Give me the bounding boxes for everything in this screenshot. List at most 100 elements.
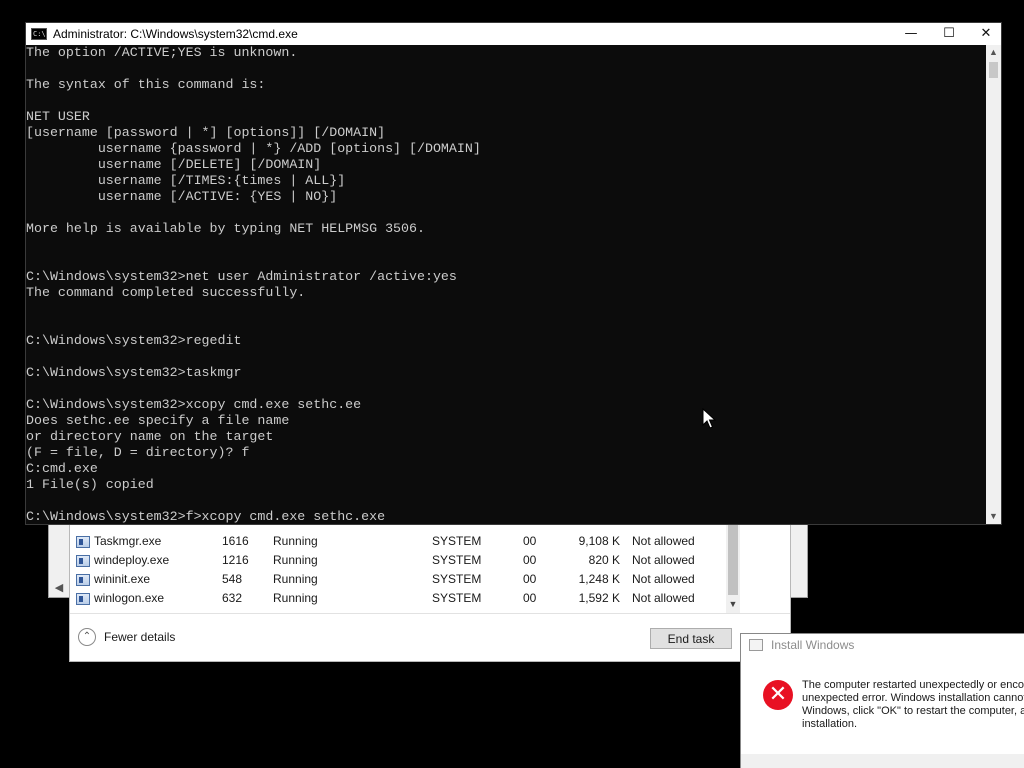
process-user: SYSTEM <box>432 591 482 605</box>
console-line: C:\Windows\system32>xcopy cmd.exe sethc.… <box>26 397 362 412</box>
scrollbar-thumb[interactable] <box>989 62 998 78</box>
process-uac: Not allowed <box>632 591 695 605</box>
fewer-details-label: Fewer details <box>104 630 176 644</box>
dialog-button-bar <box>741 754 1024 768</box>
process-cpu: 00 <box>523 534 537 548</box>
process-memory: 1,592 K <box>578 591 620 605</box>
process-list-scrollbar[interactable]: ▼ <box>726 521 740 613</box>
task-manager-footer: ⌃ Fewer details End task <box>70 613 790 661</box>
console-line: username [/DELETE] [/DOMAIN] <box>26 157 322 172</box>
scrollbar-thumb[interactable] <box>728 525 738 595</box>
console-line: NET USER <box>26 109 90 124</box>
console-line: The option /ACTIVE;YES is unknown. <box>26 45 298 60</box>
minimize-button[interactable]: — <box>892 23 930 45</box>
console-line: The syntax of this command is: <box>26 77 266 92</box>
process-cpu: 00 <box>523 553 537 567</box>
error-message: The computer restarted unexpectedly or e… <box>802 679 1024 731</box>
process-memory: 1,248 K <box>578 572 620 586</box>
scroll-up-arrow-icon[interactable]: ▲ <box>986 45 1001 60</box>
console-output[interactable]: The option /ACTIVE;YES is unknown. The sy… <box>26 45 986 524</box>
process-pid: 1616 <box>222 534 249 548</box>
process-memory: 820 K <box>588 553 620 567</box>
cmd-titlebar[interactable]: C:\ Administrator: C:\Windows\system32\c… <box>26 23 1001 45</box>
error-message-line: Windows, click "OK" to restart the compu… <box>802 705 1024 717</box>
scroll-left-arrow-icon[interactable]: ◀ <box>51 579 67 597</box>
cmd-window: C:\ Administrator: C:\Windows\system32\c… <box>25 22 1002 525</box>
console-line: username [/TIMES:{times | ALL}] <box>26 173 346 188</box>
error-message-line: installation. <box>802 718 858 730</box>
console-line: (F = file, D = directory)? f <box>26 445 250 460</box>
cmd-app-icon: C:\ <box>31 28 47 40</box>
process-row[interactable]: wininit.exe 548 Running SYSTEM 00 1,248 … <box>70 570 790 589</box>
maximize-button[interactable]: ☐ <box>930 23 968 45</box>
dialog-title: Install Windows <box>771 638 855 652</box>
process-icon <box>76 536 90 548</box>
process-icon <box>76 574 90 586</box>
console-line: [username [password | *] [options]] [/DO… <box>26 125 386 140</box>
console-line: C:cmd.exe <box>26 461 98 476</box>
window-title: Administrator: C:\Windows\system32\cmd.e… <box>53 27 298 41</box>
console-line: The command completed successfully. <box>26 285 306 300</box>
process-name: wininit.exe <box>94 572 151 586</box>
process-user: SYSTEM <box>432 553 482 567</box>
fewer-details-link[interactable]: ⌃ Fewer details <box>78 628 175 646</box>
process-row[interactable]: windeploy.exe 1216 Running SYSTEM 00 820… <box>70 551 790 570</box>
console-line: 1 File(s) copied <box>26 477 154 492</box>
process-row[interactable]: Taskmgr.exe 1616 Running SYSTEM 00 9,108… <box>70 532 790 551</box>
install-windows-dialog: Install Windows ✕ The computer restarted… <box>740 633 1024 768</box>
close-button[interactable]: ✕ <box>967 23 1005 45</box>
process-icon <box>76 593 90 605</box>
process-row[interactable]: winlogon.exe 632 Running SYSTEM 00 1,592… <box>70 589 790 608</box>
console-line: C:\Windows\system32>taskmgr <box>26 365 242 380</box>
setup-window-icon <box>749 639 763 651</box>
console-line: More help is available by typing NET HEL… <box>26 221 425 236</box>
process-pid: 632 <box>222 591 243 605</box>
process-status: Running <box>273 591 318 605</box>
process-uac: Not allowed <box>632 572 695 586</box>
process-name: Taskmgr.exe <box>94 534 162 548</box>
process-cpu: 00 <box>523 572 537 586</box>
error-message-line: unexpected error. Windows installation c… <box>802 692 1024 704</box>
process-pid: 1216 <box>222 553 249 567</box>
console-line: username [/ACTIVE: {YES | NO}] <box>26 189 338 204</box>
task-manager-window: ◀ Taskmgr.exe 1616 Running SYSTEM 00 9,1… <box>48 520 808 662</box>
process-list: Taskmgr.exe 1616 Running SYSTEM 00 9,108… <box>70 521 790 613</box>
process-pid: 548 <box>222 572 243 586</box>
process-name: windeploy.exe <box>94 553 170 567</box>
console-line: username {password | *} /ADD [options] [… <box>26 141 481 156</box>
scroll-down-arrow-icon[interactable]: ▼ <box>986 509 1001 524</box>
console-line: C:\Windows\system32>regedit <box>26 333 242 348</box>
error-message-line: The computer restarted unexpectedly or e… <box>802 679 1024 691</box>
process-status: Running <box>273 534 318 548</box>
process-user: SYSTEM <box>432 572 482 586</box>
console-line: Does sethc.ee specify a file name <box>26 413 290 428</box>
process-uac: Not allowed <box>632 534 695 548</box>
process-status: Running <box>273 553 318 567</box>
console-scrollbar[interactable]: ▲ ▼ <box>986 45 1001 524</box>
process-icon <box>76 555 90 567</box>
console-line: C:\Windows\system32>f>xcopy cmd.exe seth… <box>26 509 386 524</box>
process-memory: 9,108 K <box>578 534 620 548</box>
task-manager-details-pane: Taskmgr.exe 1616 Running SYSTEM 00 9,108… <box>69 520 791 662</box>
process-cpu: 00 <box>523 591 537 605</box>
console-line: or directory name on the target <box>26 429 274 444</box>
console-line: C:\Windows\system32>net user Administrat… <box>26 269 457 284</box>
process-uac: Not allowed <box>632 553 695 567</box>
scroll-down-arrow-icon[interactable]: ▼ <box>726 597 740 611</box>
process-status: Running <box>273 572 318 586</box>
dialog-body: ✕ The computer restarted unexpectedly or… <box>741 656 1024 754</box>
dialog-titlebar[interactable]: Install Windows <box>741 634 1024 656</box>
end-task-button[interactable]: End task <box>650 628 732 649</box>
chevron-up-icon: ⌃ <box>78 628 96 646</box>
error-icon: ✕ <box>763 680 793 710</box>
